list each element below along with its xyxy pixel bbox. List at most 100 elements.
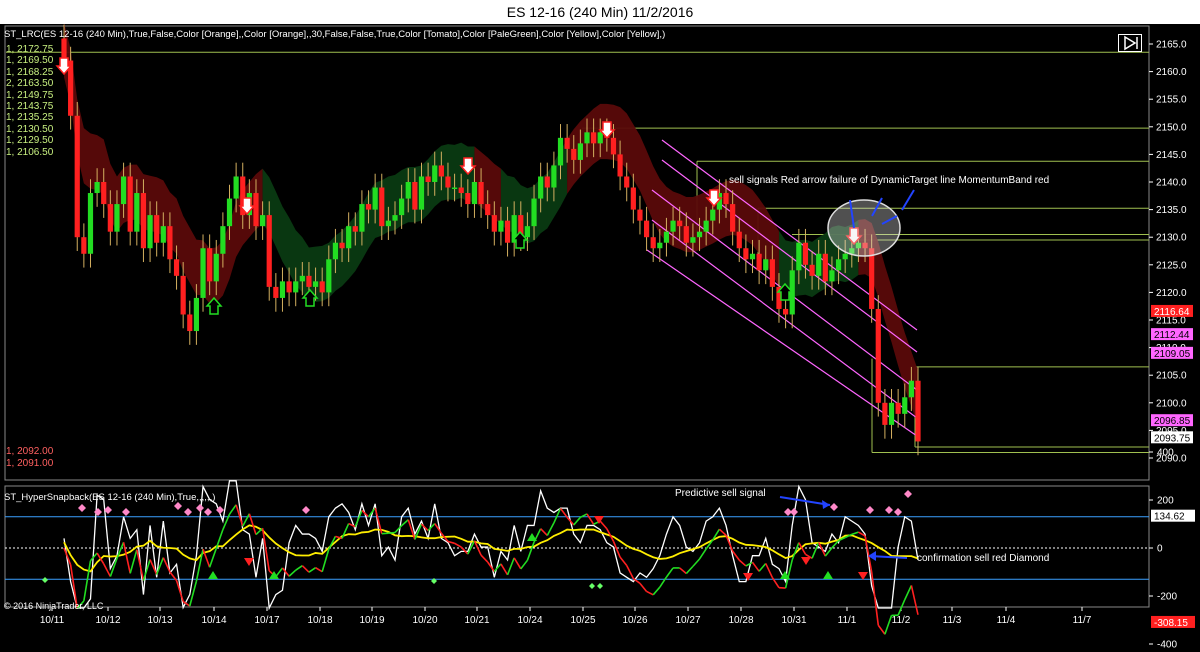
osc-momentum-line bbox=[758, 562, 767, 572]
osc-momentum-line bbox=[586, 513, 595, 525]
candle-body bbox=[504, 220, 511, 243]
candle-body bbox=[432, 165, 438, 182]
candle-body bbox=[260, 215, 266, 227]
x-tick-label: 10/19 bbox=[359, 615, 384, 626]
confirmation-annotation: confirmation sell red Diamond bbox=[917, 553, 1050, 564]
x-tick-label: 11/4 bbox=[997, 615, 1016, 626]
main-indicator-label: ST_LRC(ES 12-16 (240 Min),True,False,Col… bbox=[4, 29, 666, 40]
osc-momentum-line bbox=[348, 522, 356, 528]
price-tag-label: 2109.05 bbox=[1154, 349, 1191, 360]
candle-body bbox=[438, 165, 444, 177]
candle-body bbox=[624, 176, 630, 188]
candle-body bbox=[809, 264, 815, 276]
candle-body bbox=[279, 281, 286, 298]
osc-momentum-line bbox=[275, 567, 284, 578]
candle-body bbox=[723, 193, 729, 205]
x-tick-label: 10/20 bbox=[412, 615, 437, 626]
osc-y-tick-label: -400 bbox=[1157, 640, 1177, 651]
sell-diamond-icon bbox=[790, 508, 798, 516]
sell-diamond-icon bbox=[78, 504, 86, 512]
osc-momentum-line bbox=[745, 561, 753, 567]
sell-triangle-icon bbox=[244, 558, 254, 566]
osc-momentum-line bbox=[454, 542, 462, 548]
candle-body bbox=[339, 242, 345, 249]
price-tag-label: 2112.44 bbox=[1154, 330, 1190, 341]
buy-diamond-icon bbox=[589, 583, 595, 589]
x-tick-label: 10/21 bbox=[464, 615, 489, 626]
osc-momentum-line bbox=[540, 528, 548, 537]
sell-diamond-icon bbox=[204, 508, 212, 516]
candle-body bbox=[796, 242, 802, 271]
candle-body bbox=[134, 193, 140, 232]
candle-body bbox=[869, 248, 875, 309]
window-title: ES 12-16 (240 Min) 11/2/2016 bbox=[0, 0, 1200, 24]
osc-momentum-line bbox=[308, 567, 317, 573]
candle-body bbox=[643, 220, 650, 238]
osc-momentum-line bbox=[341, 523, 350, 539]
buy-triangle-icon bbox=[208, 571, 218, 579]
candle-body bbox=[822, 253, 828, 282]
osc-momentum-line bbox=[679, 567, 687, 575]
candle-body bbox=[451, 187, 458, 190]
y-tick-label: 2120.0 bbox=[1156, 288, 1187, 299]
candle-body bbox=[657, 242, 663, 249]
sell-diamond-icon bbox=[174, 502, 182, 510]
y-tick-label: 2125.0 bbox=[1156, 260, 1187, 271]
highlight-ellipse bbox=[827, 199, 901, 257]
candle-body bbox=[630, 187, 636, 210]
candle-body bbox=[392, 215, 398, 221]
osc-momentum-line bbox=[83, 560, 92, 602]
candle-body bbox=[683, 226, 689, 243]
y-tick-label: 2145.0 bbox=[1156, 150, 1187, 161]
candle-body bbox=[908, 380, 914, 398]
candle-body bbox=[326, 259, 332, 293]
candle-body bbox=[498, 220, 504, 232]
level-item: 1, 2168.25 bbox=[6, 66, 54, 78]
x-tick-label: 10/28 bbox=[728, 615, 753, 626]
candle-body bbox=[445, 176, 451, 188]
candle-body bbox=[756, 253, 762, 271]
osc-y-tick-label: -200 bbox=[1157, 592, 1177, 603]
candle-body bbox=[120, 176, 127, 205]
osc-price-tag-label: -308.15 bbox=[1154, 618, 1188, 629]
candle-body bbox=[478, 182, 484, 205]
osc-momentum-line bbox=[354, 510, 363, 528]
x-tick-label: 11/7 bbox=[1073, 615, 1092, 626]
osc-momentum-line bbox=[129, 549, 138, 574]
candle-body bbox=[538, 176, 544, 199]
candle-body bbox=[385, 220, 391, 227]
candle-body bbox=[617, 154, 623, 177]
candle-body bbox=[101, 182, 107, 205]
candle-body bbox=[207, 248, 213, 282]
osc-y-tick-label: 0 bbox=[1157, 544, 1163, 555]
osc-momentum-line bbox=[122, 542, 131, 574]
osc-momentum-line bbox=[480, 554, 489, 563]
osc-momentum-line bbox=[388, 531, 396, 535]
candle-body bbox=[140, 193, 147, 249]
x-tick-label: 10/26 bbox=[622, 615, 647, 626]
osc-momentum-line bbox=[500, 563, 509, 576]
osc-momentum-line bbox=[738, 559, 747, 567]
x-tick-label: 10/17 bbox=[254, 615, 279, 626]
osc-momentum-line bbox=[288, 569, 297, 577]
candle-body bbox=[710, 209, 716, 221]
sell-diamond-icon bbox=[196, 504, 204, 512]
candle-body bbox=[875, 308, 881, 403]
annotation-arrow-icon bbox=[822, 500, 830, 509]
play-toggle-button[interactable] bbox=[1118, 34, 1142, 52]
level-item: 2, 2163.50 bbox=[6, 78, 54, 90]
sell-diamond-icon bbox=[894, 508, 902, 516]
copyright: © 2016 NinjaTrader, LLC bbox=[4, 601, 104, 611]
level-item: 1, 2129.50 bbox=[6, 135, 54, 147]
annotation-arrow-icon bbox=[901, 189, 915, 211]
osc-momentum-line bbox=[136, 549, 145, 581]
candle-body bbox=[286, 281, 292, 293]
candle-body bbox=[107, 204, 113, 232]
candle-body bbox=[405, 182, 411, 199]
candle-body bbox=[902, 397, 908, 414]
osc-momentum-line bbox=[513, 557, 522, 570]
candle-body bbox=[365, 204, 372, 210]
candle-body bbox=[253, 193, 259, 227]
x-tick-label: 10/11 bbox=[40, 615, 65, 626]
y-tick-label: 2155.0 bbox=[1156, 95, 1187, 106]
